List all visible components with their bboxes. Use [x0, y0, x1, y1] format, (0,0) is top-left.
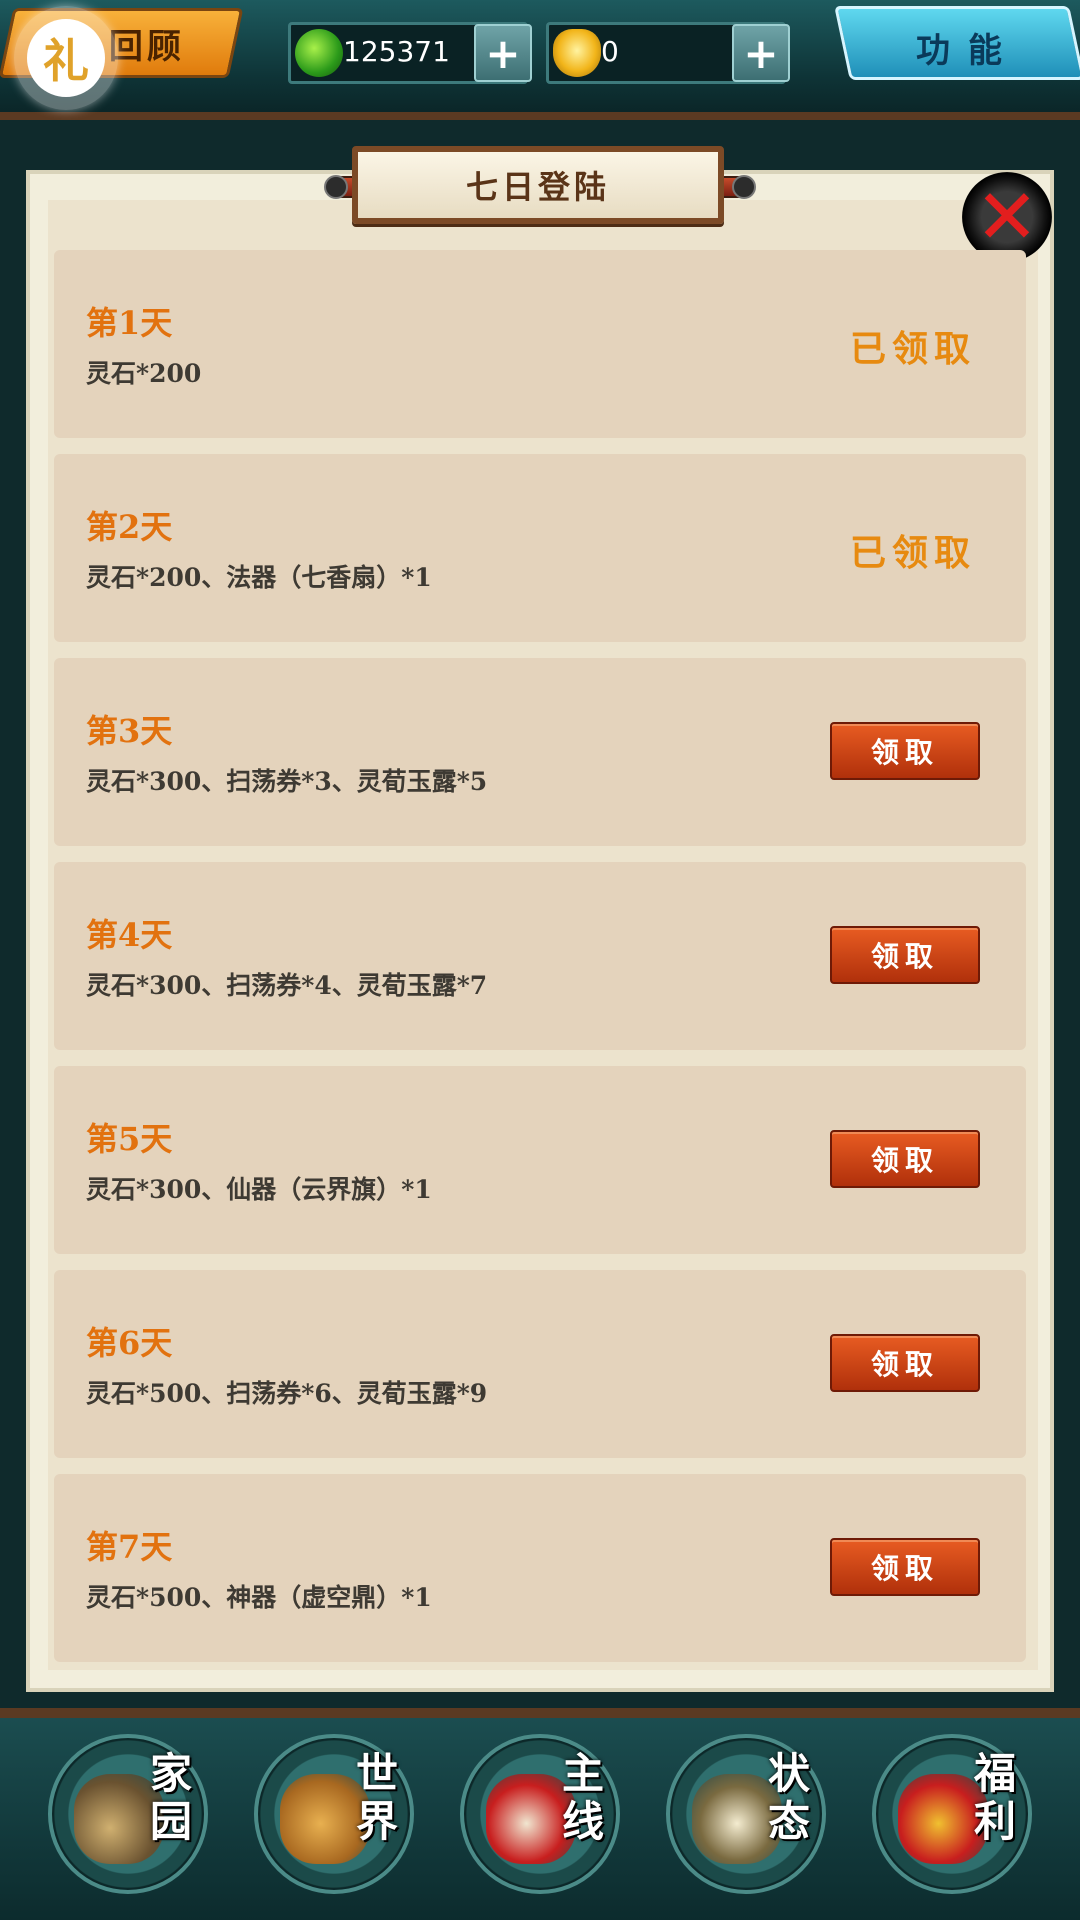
nav-welfare[interactable]: 福利: [872, 1734, 1032, 1894]
list-item-day-7: 第7天 灵石*500、神器（虚空鼎）*1 领取: [54, 1474, 1026, 1662]
list-item-day-6: 第6天 灵石*500、扫荡券*6、灵荀玉露*9 领取: [54, 1270, 1026, 1458]
list-item-day-3: 第3天 灵石*300、扫荡券*3、灵荀玉露*5 领取: [54, 658, 1026, 846]
panel-title-plaque: 七日登陆: [352, 146, 724, 224]
function-button[interactable]: 功能: [834, 6, 1080, 80]
claim-button-day-4[interactable]: 领取: [830, 926, 980, 984]
reward-text: 灵石*300、扫荡券*4、灵荀玉露*7: [86, 971, 488, 1000]
nav-main-quest-label: 主线: [561, 1749, 604, 1846]
nav-status-label: 状态: [767, 1749, 810, 1846]
function-label: 功能: [915, 31, 1020, 71]
list-item-day-5: 第5天 灵石*300、仙器（云界旗）*1 领取: [54, 1066, 1026, 1254]
day-label: 第7天: [86, 1528, 173, 1566]
nav-world[interactable]: 世界: [254, 1734, 414, 1894]
list-item-day-1: 第1天 灵石*200 已领取: [54, 250, 1026, 438]
panel-title: 七日登陆: [465, 168, 610, 206]
spirit-stone-amount: 125371: [343, 35, 450, 68]
claim-button-day-5[interactable]: 领取: [830, 1130, 980, 1188]
list-item-day-2: 第2天 灵石*200、法器（七香扇）*1 已领取: [54, 454, 1026, 642]
reward-text: 灵石*300、扫荡券*3、灵荀玉露*5: [86, 767, 488, 796]
day-label: 第4天: [86, 916, 173, 954]
spirit-stone-icon: [295, 29, 343, 77]
claim-button-day-6[interactable]: 领取: [830, 1334, 980, 1392]
day-label: 第1天: [86, 304, 173, 342]
close-icon: ✕: [975, 172, 1039, 261]
nav-home[interactable]: 家园: [48, 1734, 208, 1894]
reward-text: 灵石*500、扫荡券*6、灵荀玉露*9: [86, 1379, 488, 1408]
claim-button-day-7[interactable]: 领取: [830, 1538, 980, 1596]
gold-amount: 0: [601, 35, 619, 68]
nav-status[interactable]: 状态: [666, 1734, 826, 1894]
reward-text: 灵石*200、法器（七香扇）*1: [86, 563, 432, 592]
add-gold-button[interactable]: +: [732, 24, 790, 82]
reward-text: 灵石*500、神器（虚空鼎）*1: [86, 1583, 432, 1612]
nav-main-quest[interactable]: 主线: [460, 1734, 620, 1894]
close-button[interactable]: ✕: [962, 172, 1052, 262]
list-item-day-4: 第4天 灵石*300、扫荡券*4、灵荀玉露*7 领取: [54, 862, 1026, 1050]
reward-text: 灵石*200: [86, 359, 202, 388]
day-label: 第6天: [86, 1324, 173, 1362]
claim-button-day-3[interactable]: 领取: [830, 722, 980, 780]
day-label: 第2天: [86, 508, 173, 546]
day-label: 第3天: [86, 712, 173, 750]
gold-ingot-icon: [553, 29, 601, 77]
nav-home-label: 家园: [149, 1749, 192, 1846]
gift-icon[interactable]: 礼: [14, 6, 118, 110]
reward-text: 灵石*300、仙器（云界旗）*1: [86, 1175, 432, 1204]
add-spirit-stone-button[interactable]: +: [474, 24, 532, 82]
gift-icon-glyph: 礼: [27, 19, 105, 97]
claimed-status: 已领取: [850, 532, 977, 574]
nav-world-label: 世界: [355, 1749, 398, 1846]
day-label: 第5天: [86, 1120, 173, 1158]
claimed-status: 已领取: [850, 328, 977, 370]
review-label: 回顾: [108, 27, 185, 67]
nav-welfare-label: 福利: [973, 1749, 1016, 1846]
